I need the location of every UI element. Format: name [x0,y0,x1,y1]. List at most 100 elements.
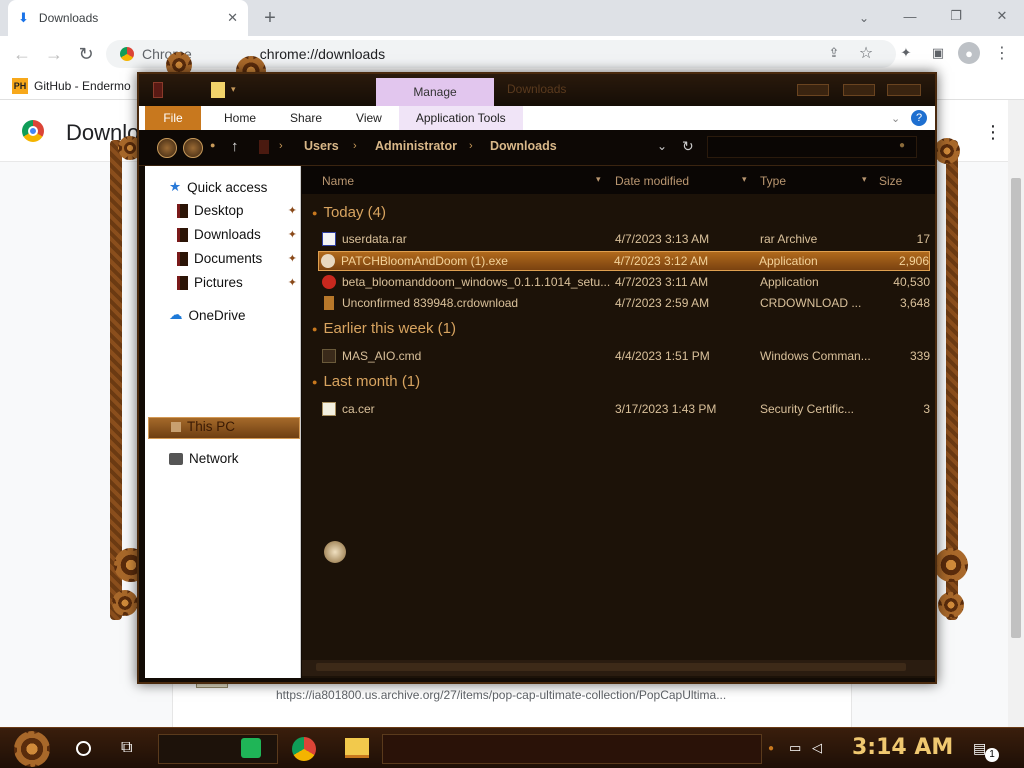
address-dropdown-icon[interactable]: ⌄ [657,139,667,153]
nav-onedrive[interactable]: ☁ OneDrive [169,307,246,323]
group-earlier-label: Earlier this week (1) [323,320,456,337]
nav-pictures-label: Pictures [194,275,243,290]
horizontal-scrollbar-thumb[interactable] [316,663,906,671]
minimize-button[interactable]: — [898,4,922,28]
search-box[interactable] [707,136,917,158]
tray-gear-icon[interactable]: ● [768,743,774,754]
share-icon[interactable]: ⇪ [823,42,845,64]
extensions-icon[interactable]: ✦ [895,42,917,64]
file-type: Security Certific... [760,402,855,416]
task-view-icon[interactable]: ⧉ [121,739,132,757]
restore-button[interactable]: ❐ [944,4,968,28]
breadcrumb-sep-icon: › [279,140,283,152]
group-last-month[interactable]: ● Last month (1) [312,373,420,390]
explorer-forward-button[interactable] [183,138,203,158]
col-type-sort-icon[interactable]: ▾ [862,174,867,185]
bookmark-github[interactable]: GitHub - Endermo [34,79,131,93]
help-icon[interactable]: ? [911,110,927,126]
chrome-taskbar-icon[interactable] [292,737,316,761]
col-name[interactable]: Name [322,174,354,188]
file-name: MAS_AIO.cmd [342,349,422,363]
breadcrumb-downloads[interactable]: Downloads [490,139,557,153]
ribbon-application-tools-tab[interactable]: Application Tools [398,106,523,130]
col-date[interactable]: Date modified [615,174,689,188]
breadcrumb-users[interactable]: Users [304,139,339,153]
address-bar[interactable]: Chrome chrome://downloads [106,40,896,68]
ribbon-expand-icon[interactable]: ⌄ [891,112,900,125]
breadcrumb-administrator[interactable]: Administrator [375,139,457,153]
downloads-menu-icon[interactable]: ⋮ [984,122,1002,143]
ribbon-share-tab[interactable]: Share [273,111,339,125]
notes-app-icon[interactable] [241,738,261,758]
download-url[interactable]: https://ia801800.us.archive.org/27/items… [276,688,726,702]
horizontal-scrollbar[interactable] [302,660,935,676]
up-arrow-icon[interactable]: ↑ [231,138,239,155]
ribbon-file-tab[interactable]: File [145,106,201,130]
file-row-selected[interactable]: PATCHBloomAndDoom (1).exe 4/7/2023 3:12 … [318,251,930,271]
col-name-sort-icon[interactable]: ▾ [596,174,601,185]
close-window-button[interactable]: ✕ [990,4,1014,28]
back-button[interactable]: ← [10,42,34,66]
forward-button[interactable]: → [42,42,66,66]
nav-this-pc-row[interactable]: This PC [171,419,235,434]
group-today-label: Today (4) [323,204,386,221]
breadcrumb-sep-icon: › [353,140,357,152]
ribbon-view-tab[interactable]: View [339,111,399,125]
file-row[interactable]: beta_bloomanddoom_windows_0.1.1.1014_set… [320,272,930,292]
explorer-titlebar[interactable]: ▾ Manage Downloads [139,74,935,106]
nav-downloads[interactable]: Downloads ✦ [177,227,297,242]
search-circle-icon[interactable] [76,741,91,756]
file-row[interactable]: MAS_AIO.cmd 4/4/2023 1:51 PM Windows Com… [320,346,930,366]
nav-documents-label: Documents [194,251,263,266]
bookmark-star-icon[interactable]: ☆ [855,42,877,64]
quick-access-toolbar-icon[interactable] [211,82,225,98]
reload-button[interactable]: ↻ [74,42,98,66]
nav-downloads-label: Downloads [194,227,261,242]
close-tab-icon[interactable]: ✕ [227,10,238,26]
explorer-maximize-button[interactable] [843,84,875,96]
start-button[interactable] [14,731,50,767]
col-size[interactable]: Size [879,174,902,188]
file-row[interactable]: ca.cer 3/17/2023 1:43 PM Security Certif… [320,399,930,419]
file-size: 2,906 [898,254,929,268]
scrollbar-thumb[interactable] [1011,178,1021,638]
group-earlier-this-week[interactable]: ● Earlier this week (1) [312,320,456,337]
group-today[interactable]: ● Today (4) [312,204,386,221]
nav-pictures[interactable]: Pictures ✦ [177,275,297,290]
recent-locations-icon[interactable]: ● [210,140,215,150]
taskbar-segment-right [382,734,762,764]
tab-search-icon[interactable]: ⌄ [852,6,876,30]
col-type[interactable]: Type [760,174,786,188]
file-row[interactable]: userdata.rar 4/7/2023 3:13 AM rar Archiv… [320,229,930,249]
pin-icon: ✦ [287,229,297,241]
nav-network[interactable]: Network [169,451,239,466]
nav-desktop[interactable]: Desktop ✦ [177,203,297,218]
cmd-script-icon [322,349,336,363]
col-date-sort-icon[interactable]: ▾ [742,174,747,185]
explorer-title: Downloads [507,82,567,96]
file-explorer-window: ▾ Manage Downloads Home Share View Appli… [137,72,937,684]
qat-dropdown-icon[interactable]: ▾ [231,84,236,95]
gear-bullet-icon: ● [312,207,318,218]
file-explorer-taskbar-icon[interactable] [345,738,369,758]
manage-tab[interactable]: Manage [376,78,494,106]
tab-downloads[interactable]: ⬇ Downloads ✕ [8,0,248,36]
new-tab-button[interactable]: + [258,6,282,30]
nav-documents[interactable]: Documents ✦ [177,251,297,266]
file-row[interactable]: Unconfirmed 839948.crdownload 4/7/2023 2… [320,293,930,313]
refresh-icon[interactable]: ↻ [682,138,694,155]
file-type: rar Archive [760,232,818,246]
network-tray-icon[interactable]: ▭ [789,740,801,756]
explorer-minimize-button[interactable] [797,84,829,96]
ribbon-home-tab[interactable]: Home [207,111,273,125]
profile-avatar[interactable]: ● [958,42,980,64]
explorer-back-button[interactable] [157,138,177,158]
file-date: 4/7/2023 3:13 AM [615,232,710,246]
volume-muted-icon[interactable]: ◁ [812,740,822,756]
taskbar-clock[interactable]: 3:14 AM [852,735,953,760]
certificate-icon [322,402,336,416]
side-panel-icon[interactable]: ▣ [927,42,949,64]
nav-quick-access[interactable]: ★ Quick access [169,179,267,195]
explorer-close-button[interactable] [887,84,921,96]
chrome-menu-icon[interactable]: ⋮ [992,42,1012,64]
